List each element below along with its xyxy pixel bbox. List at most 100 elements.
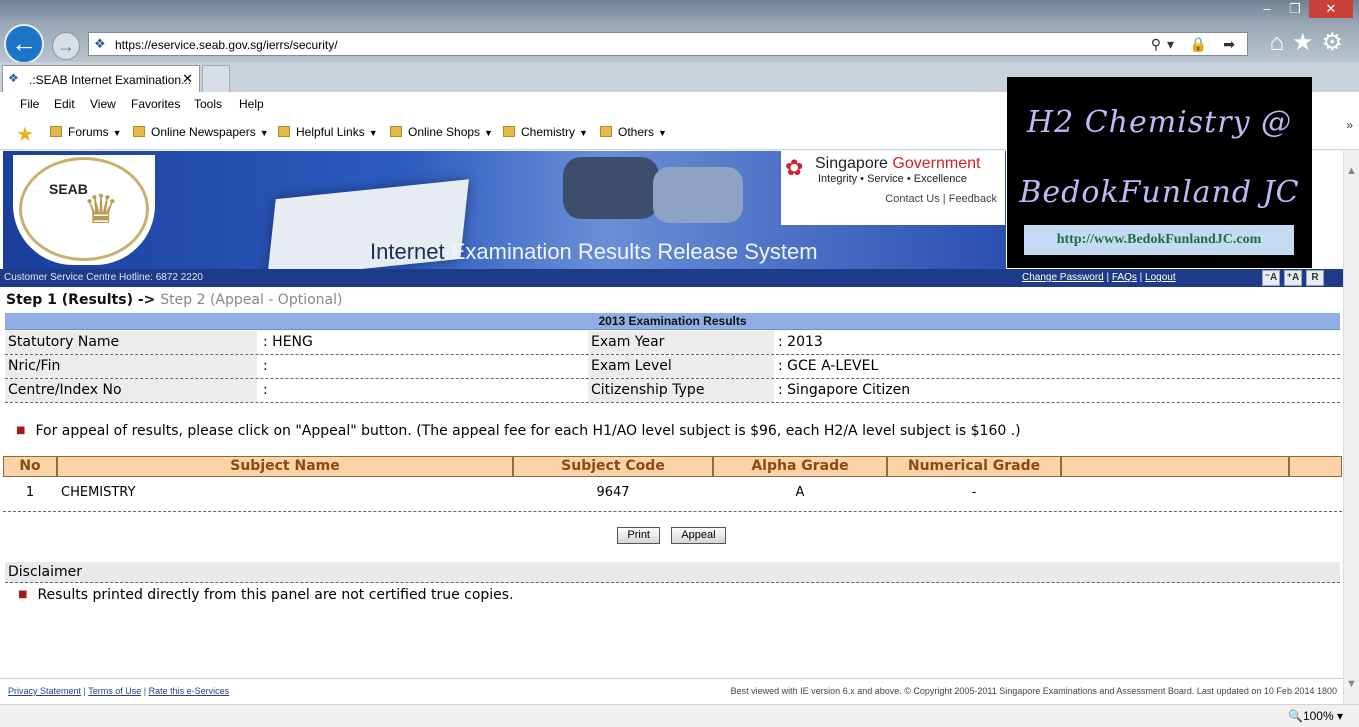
watermark-line-1: H2 Chemistry @ bbox=[1026, 105, 1293, 140]
tab-active[interactable]: ❖ .:SEAB Internet Examination... ✕ bbox=[2, 65, 200, 92]
fav-online-shops[interactable]: Online Shops ▼ bbox=[390, 125, 493, 139]
results-title: 2013 Examination Results bbox=[5, 313, 1340, 330]
maximize-icon[interactable]: ❐ bbox=[1281, 0, 1309, 18]
step-indicator: Step 1 (Results) -> Step 2 (Appeal - Opt… bbox=[6, 292, 343, 308]
info-bar: Customer Service Centre Hotline: 6872 22… bbox=[0, 269, 1343, 287]
tab-title: .:SEAB Internet Examination... bbox=[29, 73, 192, 87]
hotline: Customer Service Centre Hotline: 6872 22… bbox=[4, 272, 203, 283]
gear-icon[interactable]: ⚙ bbox=[1321, 29, 1351, 56]
window-controls: – ❐ ✕ bbox=[1253, 0, 1353, 18]
menu-file[interactable]: File bbox=[20, 97, 39, 111]
col-blank bbox=[1290, 457, 1341, 476]
appeal-button[interactable]: Appeal bbox=[671, 527, 726, 544]
menu-help[interactable]: Help bbox=[239, 97, 264, 111]
col-no: No bbox=[4, 457, 58, 476]
minimize-icon[interactable]: – bbox=[1253, 0, 1281, 18]
site-icon: ❖ bbox=[94, 36, 106, 51]
info-row: Nric/Fin : Exam Level : GCE A-LEVEL bbox=[5, 355, 1340, 379]
exam-level-label: Exam Level bbox=[588, 355, 774, 378]
status-bar: 🔍100% ▾ bbox=[0, 704, 1359, 727]
new-tab-button[interactable] bbox=[202, 65, 230, 92]
folder-icon bbox=[278, 126, 290, 137]
back-button[interactable]: ← bbox=[4, 24, 44, 64]
cell-alpha: A bbox=[795, 485, 805, 500]
table-header: No Subject Name Subject Code Alpha Grade… bbox=[3, 456, 1342, 477]
print-button[interactable]: Print bbox=[617, 527, 660, 544]
scroll-up-icon[interactable]: ▲ bbox=[1346, 165, 1357, 177]
scroll-down-icon[interactable]: ▼ bbox=[1346, 678, 1357, 690]
folder-icon bbox=[133, 126, 145, 137]
privacy-link[interactable]: Privacy Statement bbox=[8, 686, 81, 696]
fav-online-newspapers[interactable]: Online Newspapers ▼ bbox=[133, 125, 269, 139]
fav-others[interactable]: Others ▼ bbox=[600, 125, 667, 139]
folder-icon bbox=[600, 126, 612, 137]
appeal-note: ■ For appeal of results, please click on … bbox=[16, 423, 1021, 439]
close-tab-icon[interactable]: ✕ bbox=[182, 71, 193, 87]
cell-no: 1 bbox=[25, 485, 35, 500]
fav-chemistry[interactable]: Chemistry ▼ bbox=[503, 125, 588, 139]
folder-icon bbox=[390, 126, 402, 137]
folder-icon bbox=[503, 126, 515, 137]
menu-view[interactable]: View bbox=[90, 97, 116, 111]
centre-index-label: Centre/Index No bbox=[5, 379, 257, 402]
table-row: 1 CHEMISTRY 9647 A - bbox=[3, 477, 1342, 512]
chevron-more-icon[interactable]: » bbox=[1346, 118, 1353, 132]
faqs-link[interactable]: FAQs bbox=[1112, 272, 1137, 283]
results-table: No Subject Name Subject Code Alpha Grade… bbox=[3, 456, 1342, 512]
bullet-icon: ■ bbox=[16, 425, 26, 436]
tab-site-icon: ❖ bbox=[8, 71, 19, 85]
address-tools-icons[interactable]: ⚲▾ 🔒 ➡ bbox=[1151, 36, 1241, 53]
gov-title: Singapore Government bbox=[815, 155, 981, 172]
reset-font-button[interactable]: R bbox=[1306, 270, 1324, 286]
feedback-link[interactable]: Feedback bbox=[949, 193, 997, 205]
exam-year-value: : 2013 bbox=[778, 334, 823, 350]
menu-favorites[interactable]: Favorites bbox=[131, 97, 180, 111]
col-subject-name: Subject Name bbox=[58, 457, 514, 476]
menu-tools[interactable]: Tools bbox=[194, 97, 222, 111]
home-icon[interactable]: ⌂ bbox=[1269, 29, 1292, 56]
contact-us-link[interactable]: Contact Us bbox=[885, 193, 939, 205]
vertical-scrollbar[interactable]: ▲ ▼ bbox=[1343, 151, 1359, 704]
puzzle-piece-image bbox=[563, 157, 659, 219]
info-row: Statutory Name : HENG Exam Year : 2013 bbox=[5, 331, 1340, 355]
account-links: Change Password | FAQs | Logout bbox=[1022, 272, 1176, 283]
logout-link[interactable]: Logout bbox=[1145, 272, 1176, 283]
disclaimer-title: Disclaimer bbox=[5, 562, 1340, 583]
statutory-name-label: Statutory Name bbox=[5, 331, 257, 354]
step-2: Step 2 (Appeal - Optional) bbox=[160, 292, 343, 308]
gov-motto: Integrity • Service • Excellence bbox=[818, 173, 967, 185]
exam-level-value: : GCE A-LEVEL bbox=[778, 358, 879, 374]
terms-link[interactable]: Terms of Use bbox=[88, 686, 141, 696]
disclaimer-text: ■ Results printed directly from this pane… bbox=[18, 587, 514, 603]
menu-edit[interactable]: Edit bbox=[54, 97, 75, 111]
add-favorite-icon[interactable]: ★ bbox=[16, 122, 34, 147]
increase-font-button[interactable]: ⁺A bbox=[1284, 270, 1302, 286]
forward-button[interactable]: → bbox=[52, 32, 80, 60]
footer-links: Privacy Statement | Terms of Use | Rate … bbox=[8, 686, 230, 696]
favorites-star-icon[interactable]: ★ bbox=[1292, 29, 1322, 56]
watermark-url: http://www.BedokFunlandJC.com bbox=[1024, 225, 1294, 255]
url-text[interactable]: https://eservice.seab.gov.sg/ierrs/secur… bbox=[115, 38, 338, 52]
watermark-overlay: H2 Chemistry @ BedokFunland JC http://ww… bbox=[1007, 77, 1312, 268]
address-bar[interactable]: ❖ https://eservice.seab.gov.sg/ierrs/sec… bbox=[88, 32, 1248, 56]
citizenship-label: Citizenship Type bbox=[588, 379, 774, 402]
fav-forums[interactable]: Forums ▼ bbox=[50, 125, 122, 139]
rate-link[interactable]: Rate this e-Services bbox=[149, 686, 230, 696]
singapore-government-box: ✿ Singapore Government Integrity • Servi… bbox=[781, 151, 1005, 225]
decrease-font-button[interactable]: ⁻A bbox=[1262, 270, 1280, 286]
info-row: Centre/Index No : Citizenship Type : Sin… bbox=[5, 379, 1340, 403]
col-alpha-grade: Alpha Grade bbox=[714, 457, 888, 476]
fav-helpful-links[interactable]: Helpful Links ▼ bbox=[278, 125, 378, 139]
col-blank bbox=[1062, 457, 1290, 476]
change-password-link[interactable]: Change Password bbox=[1022, 272, 1104, 283]
nric-value: : bbox=[263, 358, 268, 374]
cell-code: 9647 bbox=[596, 485, 630, 500]
col-subject-code: Subject Code bbox=[514, 457, 714, 476]
close-window-icon[interactable]: ✕ bbox=[1309, 0, 1353, 18]
browser-right-icons: ⌂★⚙ bbox=[1269, 28, 1351, 57]
zoom-control[interactable]: 🔍100% ▾ bbox=[1288, 709, 1343, 723]
font-size-controls: ⁻A ⁺A R bbox=[1262, 270, 1324, 286]
statutory-name-value: : HENG bbox=[263, 334, 313, 350]
page-footer: Privacy Statement | Terms of Use | Rate … bbox=[0, 678, 1343, 704]
gov-links: Contact Us | Feedback bbox=[885, 193, 997, 205]
